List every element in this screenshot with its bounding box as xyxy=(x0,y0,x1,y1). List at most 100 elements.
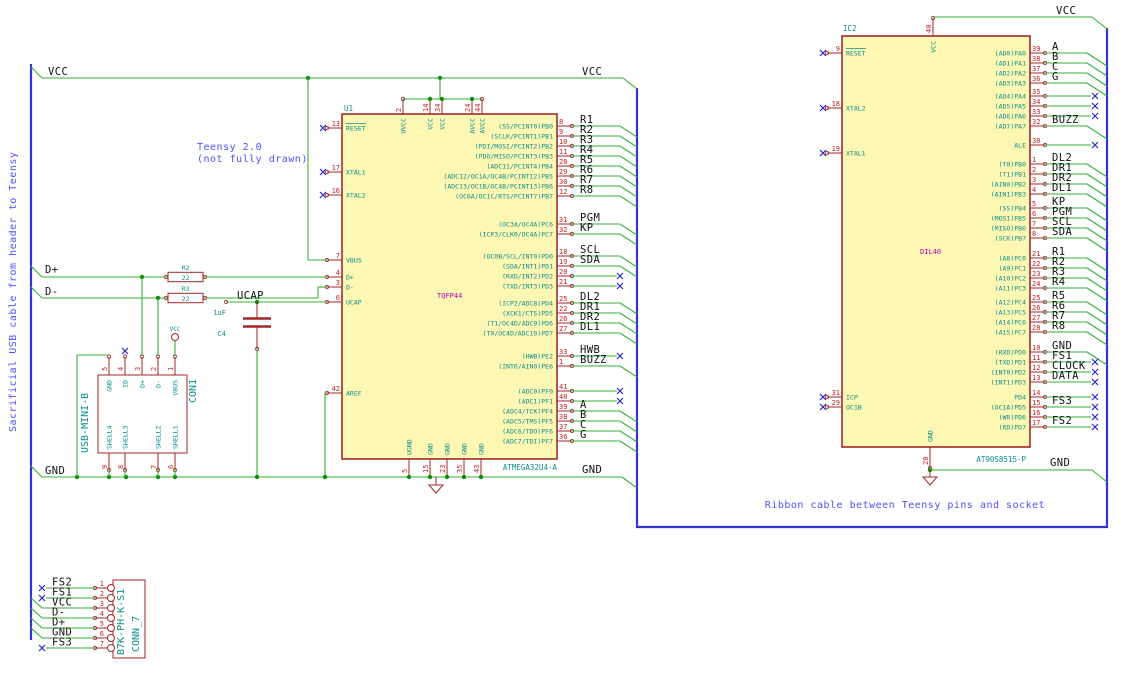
bus-entry xyxy=(1086,217,1108,232)
no-connect-icon xyxy=(1091,413,1099,421)
pin-name: (ADC13/OC1B/OC4B/PCINT13)PB6 xyxy=(443,183,553,191)
bus-entry xyxy=(622,77,638,90)
bus-entry xyxy=(30,265,43,278)
net-label-DATA: DATA xyxy=(1052,370,1079,382)
pin-number: 21 xyxy=(559,278,567,286)
pin-name: UVCC xyxy=(400,118,408,134)
pin-name: (SDA/INT1)PD1 xyxy=(502,263,553,271)
pin-name: RESET xyxy=(846,50,866,58)
pin-name: (OC0B/SCL/INT0)PD0 xyxy=(483,253,554,261)
pin-number: 8 xyxy=(117,465,125,469)
junction-dot xyxy=(254,474,260,480)
pin-number: 19 xyxy=(559,258,567,266)
bus-entry xyxy=(30,627,43,639)
ground-symbol xyxy=(427,484,445,494)
no-connect-icon xyxy=(616,397,624,405)
no-connect-icon xyxy=(1091,112,1099,120)
no-connect-icon xyxy=(1091,378,1099,386)
pin-name: (INT6/AIN0)PE6 xyxy=(498,363,553,371)
pin-name: (SCK)PB7 xyxy=(995,235,1026,243)
junction-dot xyxy=(478,474,484,480)
no-connect-icon xyxy=(616,282,624,290)
pin-number: 38 xyxy=(1032,55,1040,63)
junction-dot xyxy=(439,96,445,102)
pin-number: 11 xyxy=(559,148,567,156)
pin-name: (T0)PB0 xyxy=(999,161,1026,169)
pin-number: 41 xyxy=(559,383,567,391)
pin-number: 32 xyxy=(559,226,567,234)
pin-name: (AD7)PA7 xyxy=(995,123,1026,131)
pin-name: SHELL1 xyxy=(172,425,180,449)
pin-name: (RXD/INT2)PD2 xyxy=(502,273,553,281)
pin-name: (HWB)PE2 xyxy=(522,353,553,361)
pin-number: 23 xyxy=(439,465,447,473)
pin-name: (A9)PC1 xyxy=(999,265,1026,273)
pin-name: AREF xyxy=(346,390,362,398)
pin-number: 13 xyxy=(332,120,340,128)
schematic-canvas[interactable]: VCC VCCU1TQFP44ATMEGA32U4-A13RESET17XTAL1… xyxy=(0,0,1131,690)
vcc-symbol-label: VCC xyxy=(170,326,181,333)
pin-name: (INT1)PD3 xyxy=(991,379,1026,387)
pin-name: VCC xyxy=(930,41,938,53)
pin-name: GND xyxy=(461,443,469,455)
pin-number: 43 xyxy=(473,465,481,473)
net-label-SDA: SDA xyxy=(580,254,600,266)
pin-number: 32 xyxy=(1032,118,1040,126)
pin-number: 24 xyxy=(1032,280,1040,288)
junction-dot xyxy=(406,474,412,480)
pin-number: 7 xyxy=(150,465,158,469)
pin-name: ALE xyxy=(1014,142,1026,150)
ic2-package: DIL40 xyxy=(920,248,941,256)
bus-entry xyxy=(1086,331,1108,346)
pin-number: 26 xyxy=(1032,304,1040,312)
pin-number: 3 xyxy=(1032,176,1036,184)
ic2-value: AT90S8515-P xyxy=(976,455,1026,464)
net-label-D-: D- xyxy=(45,286,58,298)
pin-name: (ADC11/PCINT4)PB4 xyxy=(486,163,553,171)
pin-number: 14 xyxy=(422,104,430,112)
pin-number: 28 xyxy=(559,158,567,166)
pin-name: (ADC1)PF1 xyxy=(518,398,553,406)
pin-number: 11 xyxy=(1032,354,1040,362)
connector-pin-circle xyxy=(107,604,115,612)
bus-entry xyxy=(30,286,43,299)
net-label-BUZZ: BUZZ xyxy=(1052,114,1079,126)
net-label-FS3: FS3 xyxy=(52,637,72,649)
pin-number: 36 xyxy=(559,433,567,441)
pin-number: 6 xyxy=(336,294,340,302)
pin-name: UCAP xyxy=(346,299,362,307)
pin-name: ICP xyxy=(846,394,858,402)
no-connect-icon xyxy=(38,594,46,602)
pin-number: 8 xyxy=(1032,230,1036,238)
pin-number: 18 xyxy=(559,248,567,256)
bus-entry xyxy=(1086,301,1108,316)
pin-name: (A10)PC2 xyxy=(995,275,1026,283)
net-label-VCC: VCC xyxy=(48,66,68,78)
pin-number: 5 xyxy=(100,620,104,628)
pin-name: (ADC4/TCK)PF4 xyxy=(502,408,553,416)
pin-number: 5 xyxy=(101,367,109,371)
pin-name: SHELL3 xyxy=(122,425,130,449)
pin-number: 34 xyxy=(434,104,442,112)
bus-entry xyxy=(619,195,638,208)
pin-name: RESET xyxy=(346,125,366,133)
no-connect-icon xyxy=(1091,423,1099,431)
connector-pin-circle xyxy=(107,634,115,642)
net-label-DL1: DL1 xyxy=(580,321,600,333)
bus-entry xyxy=(1086,193,1108,208)
pin-name: (A8)PC0 xyxy=(999,255,1026,263)
pin-name: (ADC7/TDI)PF7 xyxy=(502,438,553,446)
pin-number: 39 xyxy=(559,403,567,411)
pin-name: (ADC0)PF0 xyxy=(518,388,553,396)
pin-name: (AD2)PA2 xyxy=(995,70,1026,78)
bus-entry xyxy=(619,302,638,315)
bus-entry xyxy=(1091,16,1108,30)
ic2-ref: IC2 xyxy=(843,24,857,33)
pin-number: 42 xyxy=(332,385,340,393)
pin-number: 30 xyxy=(1032,137,1040,145)
r2-ref: R2 xyxy=(182,264,190,272)
no-connect-icon xyxy=(616,352,624,360)
pin-number: 2 xyxy=(395,108,403,112)
bus-entry xyxy=(619,175,638,188)
pin-number: 26 xyxy=(559,315,567,323)
